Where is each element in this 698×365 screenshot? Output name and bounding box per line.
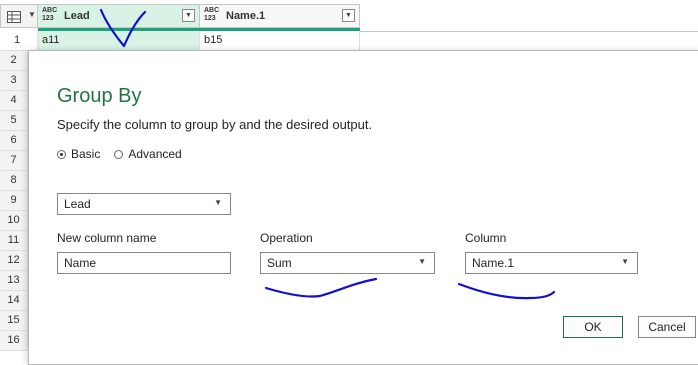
row-number: 1 xyxy=(0,31,38,51)
chevron-down-icon: ▼ xyxy=(214,198,222,207)
text-type-icon[interactable]: ABC 123 xyxy=(42,7,57,23)
header-empty-area xyxy=(360,4,698,32)
ok-button[interactable]: OK xyxy=(563,316,623,338)
operation-value: Sum xyxy=(267,256,292,270)
row-number: 6 xyxy=(0,131,28,151)
new-column-name-value: Name xyxy=(64,256,97,270)
mode-radio-group: Basic Advanced xyxy=(57,147,196,161)
radio-selected-icon[interactable] xyxy=(57,149,66,159)
type-icon-bottom: 123 xyxy=(42,15,54,22)
row-number: 14 xyxy=(0,291,28,311)
column-header-lead[interactable]: ABC 123 Lead ▼ xyxy=(38,4,200,28)
row-number: 3 xyxy=(0,71,28,91)
row-number: 15 xyxy=(0,311,28,331)
dialog-subtitle: Specify the column to group by and the d… xyxy=(57,117,373,132)
column-value: Name.1 xyxy=(472,256,515,270)
cancel-button[interactable]: Cancel xyxy=(638,316,696,338)
type-icon-bottom: 123 xyxy=(204,15,216,22)
row-number: 11 xyxy=(0,231,28,251)
text-type-icon[interactable]: ABC 123 xyxy=(204,7,219,23)
new-column-name-input[interactable]: Name xyxy=(57,252,231,274)
basic-radio-label: Basic xyxy=(71,147,101,161)
row-number: 5 xyxy=(0,111,28,131)
chevron-down-icon: ▼ xyxy=(418,257,426,266)
row-numbers: 1 2 3 4 5 6 7 8 9 10 11 12 13 14 15 16 xyxy=(0,31,38,351)
table-menu-button[interactable]: ▼ xyxy=(0,4,38,28)
table-icon xyxy=(7,11,21,26)
operation-select[interactable]: Sum ▼ xyxy=(260,252,435,274)
advanced-radio-label: Advanced xyxy=(128,147,182,161)
filter-dropdown-button[interactable]: ▼ xyxy=(182,9,195,22)
row-number: 7 xyxy=(0,151,28,171)
row-number: 8 xyxy=(0,171,28,191)
dialog-title: Group By xyxy=(57,85,142,107)
column-select[interactable]: Name.1 ▼ xyxy=(465,252,638,274)
filter-dropdown-button[interactable]: ▼ xyxy=(342,9,355,22)
row-number: 9 xyxy=(0,191,28,211)
chevron-down-icon: ▼ xyxy=(621,257,629,266)
group-by-column-select[interactable]: Lead ▼ xyxy=(57,193,231,215)
row-number: 13 xyxy=(0,271,28,291)
row-number: 16 xyxy=(0,331,28,351)
column-header-name1[interactable]: ABC 123 Name.1 ▼ xyxy=(200,4,360,28)
column-label: Column xyxy=(465,231,507,245)
column-title: Name.1 xyxy=(226,10,266,22)
chevron-down-icon: ▼ xyxy=(28,10,36,19)
table-cell-lead[interactable]: a11 xyxy=(38,31,200,51)
operation-label: Operation xyxy=(260,231,313,245)
row-number: 12 xyxy=(0,251,28,271)
radio-unselected-icon[interactable] xyxy=(114,149,124,159)
row-number: 10 xyxy=(0,211,28,231)
new-column-name-label: New column name xyxy=(57,231,157,245)
basic-radio[interactable]: Basic xyxy=(57,147,100,161)
row-number: 4 xyxy=(0,91,28,111)
type-icon-top: ABC xyxy=(204,7,220,14)
column-title: Lead xyxy=(64,10,90,22)
group-by-column-value: Lead xyxy=(64,197,91,211)
type-icon-top: ABC xyxy=(42,7,58,14)
table-cell-name1[interactable]: b15 xyxy=(200,31,360,51)
row-number: 2 xyxy=(0,51,28,71)
group-by-dialog: Group By Specify the column to group by … xyxy=(28,50,698,365)
advanced-radio[interactable]: Advanced xyxy=(114,147,182,161)
